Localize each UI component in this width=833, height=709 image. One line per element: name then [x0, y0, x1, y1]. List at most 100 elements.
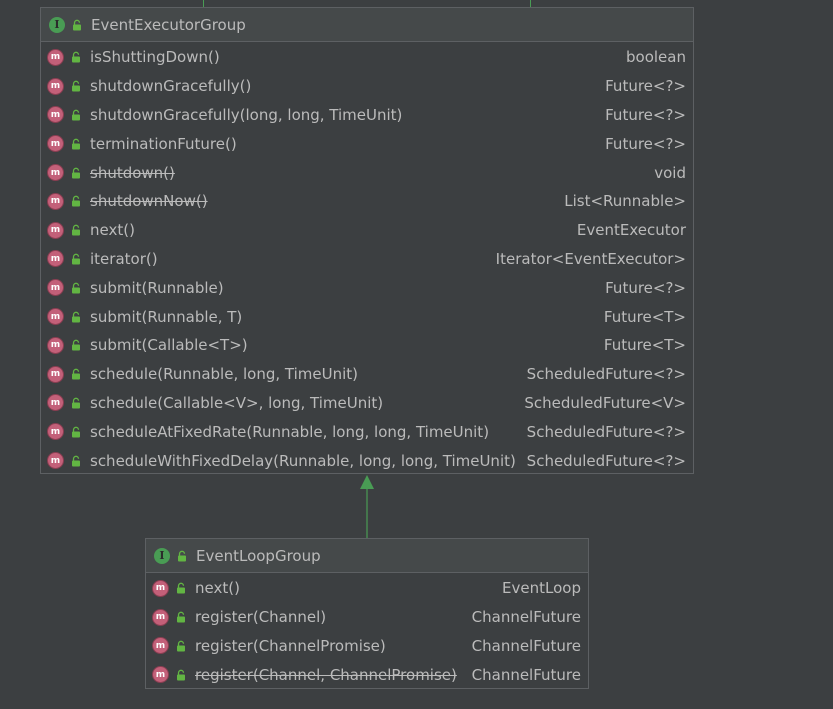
return-type: List<Runnable> [564, 192, 686, 211]
method-signature: schedule(Runnable, long, TimeUnit) [90, 365, 358, 384]
method-icon: m [47, 279, 64, 297]
return-type: ChannelFuture [471, 608, 581, 627]
method-signature: register(Channel) [195, 608, 327, 627]
public-lock-icon [73, 19, 81, 30]
event-loop-group-header[interactable]: I EventLoopGroup [146, 539, 588, 573]
return-type: EventLoop [502, 579, 581, 598]
return-type: Future<?> [605, 134, 686, 153]
public-lock-icon [72, 138, 80, 150]
event-executor-group-header[interactable]: I EventExecutorGroup [41, 8, 693, 42]
method-row[interactable]: m register(Channel, ChannelPromise) Channe… [146, 660, 588, 689]
method-icon: m [47, 452, 64, 470]
return-type: Future<T> [603, 307, 686, 326]
public-lock-icon [72, 455, 80, 467]
method-signature: schedule(Callable<V>, long, TimeUnit) [90, 393, 384, 412]
method-signature: next() [195, 579, 240, 598]
return-type: ScheduledFuture<?> [526, 365, 686, 384]
event-loop-group-node[interactable]: I EventLoopGroup m next() EventLoop m regist… [145, 538, 589, 689]
method-row[interactable]: m shutdownNow() List<Runnable> [41, 187, 693, 216]
return-type: boolean [626, 48, 686, 67]
method-icon: m [47, 308, 64, 326]
method-row[interactable]: m shutdownGracefully(long, long, TimeUnit… [41, 101, 693, 130]
return-type: ScheduledFuture<V> [524, 393, 686, 412]
method-row[interactable]: m schedule(Runnable, long, TimeUnit) Sched… [41, 360, 693, 389]
public-lock-icon [177, 611, 185, 623]
method-signature: register(ChannelPromise) [195, 636, 386, 655]
method-icon: m [152, 666, 169, 684]
inheritance-line-top-right [530, 0, 531, 7]
method-signature: submit(Callable<T>) [90, 336, 248, 355]
method-icon: m [47, 365, 64, 383]
return-type: void [654, 163, 686, 182]
inheritance-line-top-left [203, 0, 204, 7]
public-lock-icon [72, 167, 80, 179]
method-row[interactable]: m iterator() Iterator<EventExecutor> [41, 245, 693, 274]
public-lock-icon [72, 397, 80, 409]
public-lock-icon [72, 52, 80, 63]
method-icon: m [47, 135, 64, 153]
method-row[interactable]: m register(ChannelPromise) ChannelFuture [146, 632, 588, 661]
return-type: EventExecutor [576, 221, 686, 240]
return-type: Future<?> [605, 105, 686, 124]
inheritance-arrow-head [360, 475, 374, 489]
method-row[interactable]: m scheduleAtFixedRate(Runnable, long, lon… [41, 417, 693, 446]
method-icon: m [47, 394, 64, 412]
public-lock-icon [72, 224, 80, 236]
method-row[interactable]: m register(Channel) ChannelFuture [146, 603, 588, 632]
public-lock-icon [177, 669, 185, 681]
class-name: EventExecutorGroup [91, 15, 246, 34]
method-row[interactable]: m isShuttingDown() boolean [41, 43, 693, 72]
method-row[interactable]: m next() EventLoop [146, 574, 588, 603]
method-icon: m [47, 106, 64, 124]
method-signature: submit(Runnable) [90, 278, 224, 297]
method-icon: m [47, 77, 64, 95]
method-icon: m [152, 579, 169, 597]
interface-icon: I [49, 16, 65, 33]
method-signature: terminationFuture() [90, 134, 237, 153]
method-signature: register(Channel, ChannelPromise) [195, 665, 457, 684]
method-row[interactable]: m submit(Runnable, T) Future<T> [41, 302, 693, 331]
method-signature: iterator() [90, 249, 158, 268]
return-type: Future<?> [605, 278, 686, 297]
inheritance-arrow [360, 475, 374, 538]
event-executor-group-node[interactable]: I EventExecutorGroup m isShuttingDown() bo… [40, 7, 694, 474]
method-row[interactable]: m submit(Callable<T>) Future<T> [41, 331, 693, 360]
method-row[interactable]: m scheduleWithFixedDelay(Runnable, long, … [41, 446, 693, 475]
method-icon: m [47, 192, 64, 210]
method-signature: scheduleAtFixedRate(Runnable, long, long… [90, 422, 490, 441]
method-icon: m [47, 336, 64, 354]
method-list: m isShuttingDown() boolean m shutdownGracefu… [41, 42, 693, 475]
method-icon: m [152, 637, 169, 655]
return-type: ChannelFuture [471, 665, 581, 684]
method-row[interactable]: m shutdownGracefully() Future<?> [41, 72, 693, 101]
method-icon: m [47, 164, 64, 182]
method-icon: m [47, 250, 64, 268]
method-row[interactable]: m submit(Runnable) Future<?> [41, 273, 693, 302]
public-lock-icon [177, 583, 185, 594]
return-type: ScheduledFuture<?> [526, 451, 686, 470]
method-row[interactable]: m terminationFuture() Future<?> [41, 129, 693, 158]
method-icon: m [152, 608, 169, 626]
public-lock-icon [72, 253, 80, 265]
method-list: m next() EventLoop m register(Channel) Channe… [146, 573, 588, 689]
public-lock-icon [177, 640, 185, 652]
public-lock-icon [72, 282, 80, 294]
method-row[interactable]: m next() EventExecutor [41, 216, 693, 245]
public-lock-icon [72, 196, 80, 207]
method-signature: submit(Runnable, T) [90, 307, 243, 326]
interface-icon: I [154, 547, 170, 564]
method-signature: shutdownGracefully() [90, 77, 252, 96]
method-row[interactable]: m schedule(Callable<V>, long, TimeUnit) Sc… [41, 389, 693, 418]
public-lock-icon [72, 80, 80, 92]
public-lock-icon [178, 550, 186, 561]
method-icon: m [47, 221, 64, 239]
method-icon: m [47, 48, 64, 66]
method-signature: shutdownNow() [90, 192, 208, 211]
method-signature: shutdownGracefully(long, long, TimeUnit) [90, 105, 403, 124]
method-signature: next() [90, 221, 135, 240]
class-name: EventLoopGroup [196, 546, 321, 565]
method-signature: scheduleWithFixedDelay(Runnable, long, l… [90, 451, 516, 470]
public-lock-icon [72, 311, 80, 323]
method-row[interactable]: m shutdown() void [41, 158, 693, 187]
return-type: Iterator<EventExecutor> [495, 249, 686, 268]
